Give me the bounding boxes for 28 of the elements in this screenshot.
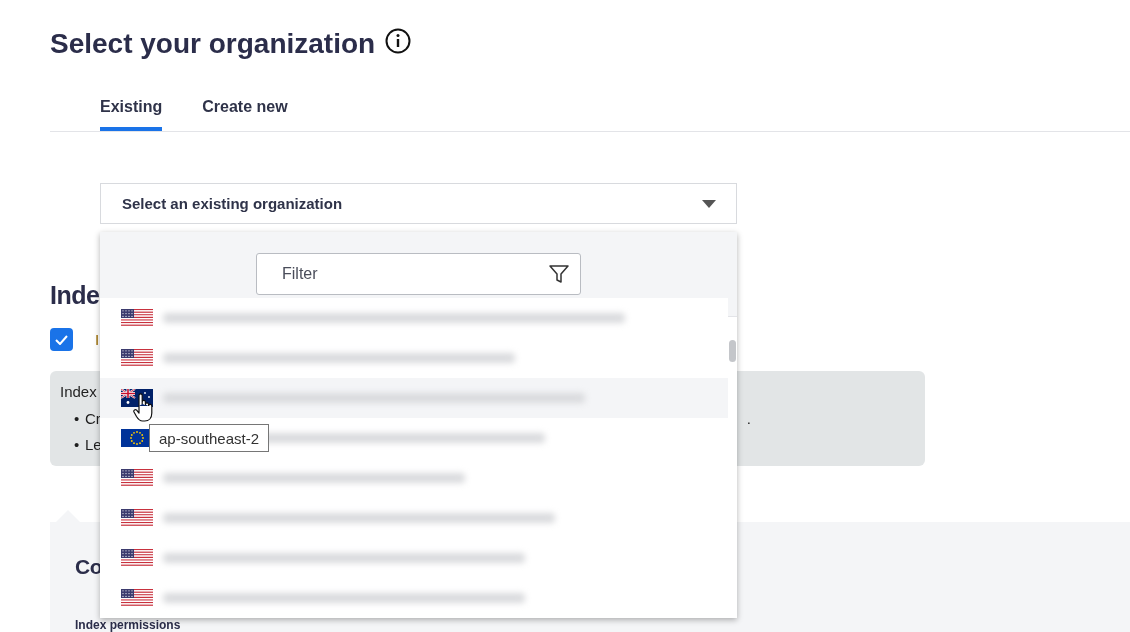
us-flag-icon (121, 509, 153, 527)
bullet-marker: • (74, 435, 81, 455)
tab[interactable]: Create new (202, 98, 288, 131)
us-flag-icon (121, 589, 153, 607)
us-flag-icon (121, 349, 153, 367)
bullet-text: Cr (85, 409, 101, 429)
page-title: Select your organization (50, 27, 376, 61)
text-fragment: . (746, 409, 751, 429)
info-title: Index (60, 382, 97, 402)
filter-field[interactable]: Filter (256, 253, 581, 295)
check-icon (55, 334, 68, 345)
us-flag-icon (121, 309, 153, 327)
bullet-marker: • (74, 409, 81, 429)
checkbox[interactable] (50, 328, 73, 351)
filter-icon (548, 263, 570, 285)
us-flag-icon (121, 469, 153, 487)
scrollbar-thumb[interactable] (729, 340, 736, 362)
panel-subheading: Index permissions (75, 619, 181, 632)
organization-select[interactable]: Select an existing organization (100, 183, 737, 224)
hand-cursor-icon (133, 392, 153, 424)
section-heading: Inde (50, 280, 101, 311)
checkbox-label: I (95, 331, 100, 348)
info-icon[interactable] (385, 28, 412, 54)
us-flag-icon (121, 549, 153, 567)
tab[interactable]: Existing (100, 98, 163, 131)
caret-icon (702, 199, 716, 208)
tooltip: ap-southeast-2 (149, 424, 270, 452)
bullet-text: Le (85, 435, 102, 455)
